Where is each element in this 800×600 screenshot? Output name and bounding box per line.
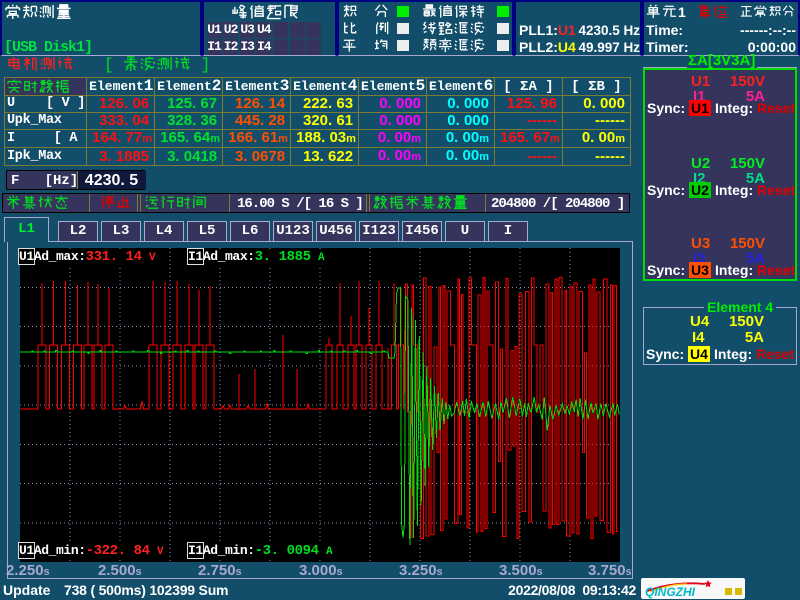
svg-text:QINGZHI: QINGZHI — [645, 585, 696, 599]
